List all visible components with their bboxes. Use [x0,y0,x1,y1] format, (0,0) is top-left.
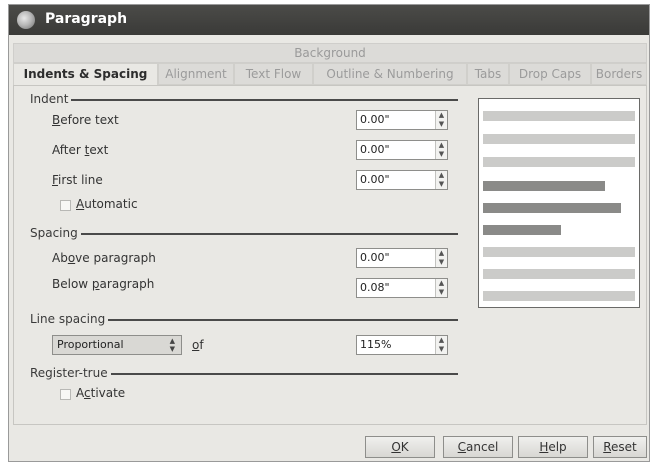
spin-up-icon[interactable]: ▲ [436,111,447,120]
before-text-value: 0.00" [360,113,390,126]
preview-line [483,247,635,257]
updown-arrow-icon: ▲ ▼ [169,337,175,353]
tab-row: Indents & Spacing Alignment Text Flow Ou… [13,63,647,87]
ok-mnemonic: O [391,440,401,454]
preview-line [483,291,635,301]
tab-tabs[interactable]: Tabs [467,63,509,85]
before-text-label: Before text [52,113,119,127]
register-true-section: Register-true [30,366,458,380]
activate-label: Activate [76,386,126,400]
after-text-value: 0.00" [360,143,390,156]
tab-alignment[interactable]: Alignment [158,63,234,85]
title-bar: Paragraph [9,5,649,35]
line-spacing-value-spinbox[interactable]: 115% ▲ ▼ [356,335,448,355]
of-mnemonic: o [192,338,200,352]
line-spacing-percent: 115% [360,338,392,351]
above-paragraph-value: 0.00" [360,251,390,264]
help-button[interactable]: Help [518,436,588,458]
tab-text-flow[interactable]: Text Flow [234,63,313,85]
before-text-rest: efore text [60,113,119,127]
preview-current-line [483,181,605,191]
reset-mnemonic: R [603,440,612,454]
after-text-spinbox[interactable]: 0.00" ▲ ▼ [356,140,448,160]
automatic-mnemonic: A [76,197,85,211]
below-paragraph-spinbox[interactable]: 0.08" ▲ ▼ [356,278,448,298]
spin-up-icon[interactable]: ▲ [436,336,447,345]
spacing-divider [30,233,458,235]
paragraph-preview [478,98,640,308]
preview-line [483,134,635,144]
spacing-section-label: Spacing [30,226,81,240]
first-line-value: 0.00" [360,173,390,186]
line-spacing-section-label: Line spacing [30,312,109,326]
tab-outline-numbering[interactable]: Outline & Numbering [313,63,467,85]
after-text-stepper[interactable]: ▲ ▼ [435,141,447,159]
spin-down-icon[interactable]: ▼ [436,180,447,189]
first-line-stepper[interactable]: ▲ ▼ [435,171,447,189]
spin-up-icon[interactable]: ▲ [436,279,447,288]
before-text-stepper[interactable]: ▲ ▼ [435,111,447,129]
above-paragraph-stepper[interactable]: ▲ ▼ [435,249,447,267]
spin-down-icon[interactable]: ▼ [436,258,447,267]
before-text-spinbox[interactable]: 0.00" ▲ ▼ [356,110,448,130]
above-paragraph-label: Above paragraph [52,251,156,265]
dialog-title: Paragraph [45,11,128,27]
automatic-label: Automatic [76,197,138,211]
help-mnemonic: H [539,440,549,454]
indents-spacing-panel: Indent Before text 0.00" ▲ ▼ After text 0… [13,85,647,425]
automatic-checkbox[interactable] [60,200,71,211]
below-paragraph-value: 0.08" [360,281,390,294]
spin-down-icon[interactable]: ▼ [436,288,447,297]
indent-section-label: Indent [30,92,72,106]
tab-background[interactable]: Background [13,43,647,63]
activate-checkbox[interactable] [60,389,71,400]
cancel-mnemonic: C [457,440,467,454]
spin-up-icon[interactable]: ▲ [436,171,447,180]
preview-line [483,157,635,167]
below-paragraph-mnemonic: p [91,277,100,291]
spin-down-icon[interactable]: ▼ [436,150,447,159]
paragraph-dialog: Paragraph Background Indents & Spacing A… [8,4,650,462]
preview-current-line [483,203,621,213]
tab-drop-caps[interactable]: Drop Caps [509,63,591,85]
activate-mnemonic: c [84,386,91,400]
tab-borders[interactable]: Borders [591,63,647,85]
spin-up-icon[interactable]: ▲ [436,141,447,150]
ok-button[interactable]: OK [365,436,435,458]
before-text-mnemonic: B [52,113,61,127]
spin-up-icon[interactable]: ▲ [436,249,447,258]
spin-down-icon[interactable]: ▼ [436,120,447,129]
line-spacing-section: Line spacing [30,312,458,326]
line-spacing-mode-select[interactable]: Proportional ▲ ▼ [52,335,182,355]
cancel-button[interactable]: Cancel [443,436,513,458]
preview-line [483,269,635,279]
after-text-mnemonic: t [84,143,90,157]
reset-button[interactable]: Reset [593,436,647,458]
first-line-mnemonic: F [52,173,59,187]
tab-indents-spacing[interactable]: Indents & Spacing [13,63,158,87]
below-paragraph-stepper[interactable]: ▲ ▼ [435,279,447,297]
above-paragraph-spinbox[interactable]: 0.00" ▲ ▼ [356,248,448,268]
line-spacing-mode-value: Proportional [57,338,124,351]
of-label: of [192,338,204,352]
first-line-spinbox[interactable]: 0.00" ▲ ▼ [356,170,448,190]
register-true-section-label: Register-true [30,366,111,380]
indent-section: Indent [30,92,458,106]
line-spacing-stepper[interactable]: ▲ ▼ [435,336,447,354]
above-paragraph-mnemonic: o [67,251,76,265]
first-line-label: First line [52,173,103,187]
spacing-section: Spacing [30,226,458,240]
preview-current-line [483,225,561,235]
app-icon [17,11,35,29]
indent-divider [30,99,458,101]
after-text-label: After text [52,143,109,157]
preview-line [483,111,635,121]
dialog-button-row: OK Cancel Help Reset [9,436,651,458]
spin-down-icon[interactable]: ▼ [436,345,447,354]
below-paragraph-label: Below paragraph [52,277,155,291]
